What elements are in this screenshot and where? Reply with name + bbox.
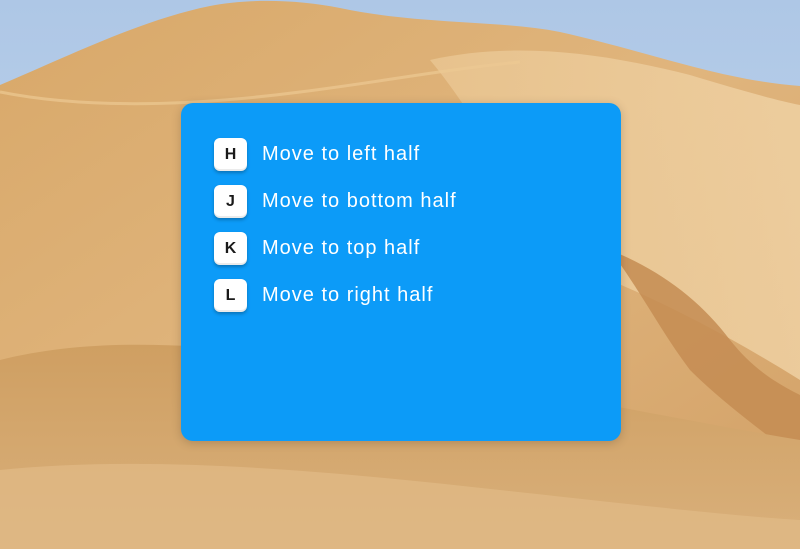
key-h-keycap: H (214, 138, 247, 171)
shortcut-label-top-half: Move to top half (262, 237, 421, 259)
shortcut-label-right-half: Move to right half (262, 284, 434, 306)
shortcut-label-bottom-half: Move to bottom half (262, 190, 457, 212)
shortcut-label-left-half: Move to left half (262, 143, 421, 165)
shortcut-row-left-half[interactable]: H Move to left half (214, 138, 457, 171)
shortcut-row-right-half[interactable]: L Move to right half (214, 279, 457, 312)
key-j-keycap: J (214, 185, 247, 218)
shortcut-row-bottom-half[interactable]: J Move to bottom half (214, 185, 457, 218)
shortcut-row-top-half[interactable]: K Move to top half (214, 232, 457, 265)
shortcut-list: H Move to left half J Move to bottom hal… (214, 138, 457, 326)
key-k-keycap: K (214, 232, 247, 265)
key-l-keycap: L (214, 279, 247, 312)
keyboard-shortcuts-panel: H Move to left half J Move to bottom hal… (181, 103, 621, 441)
